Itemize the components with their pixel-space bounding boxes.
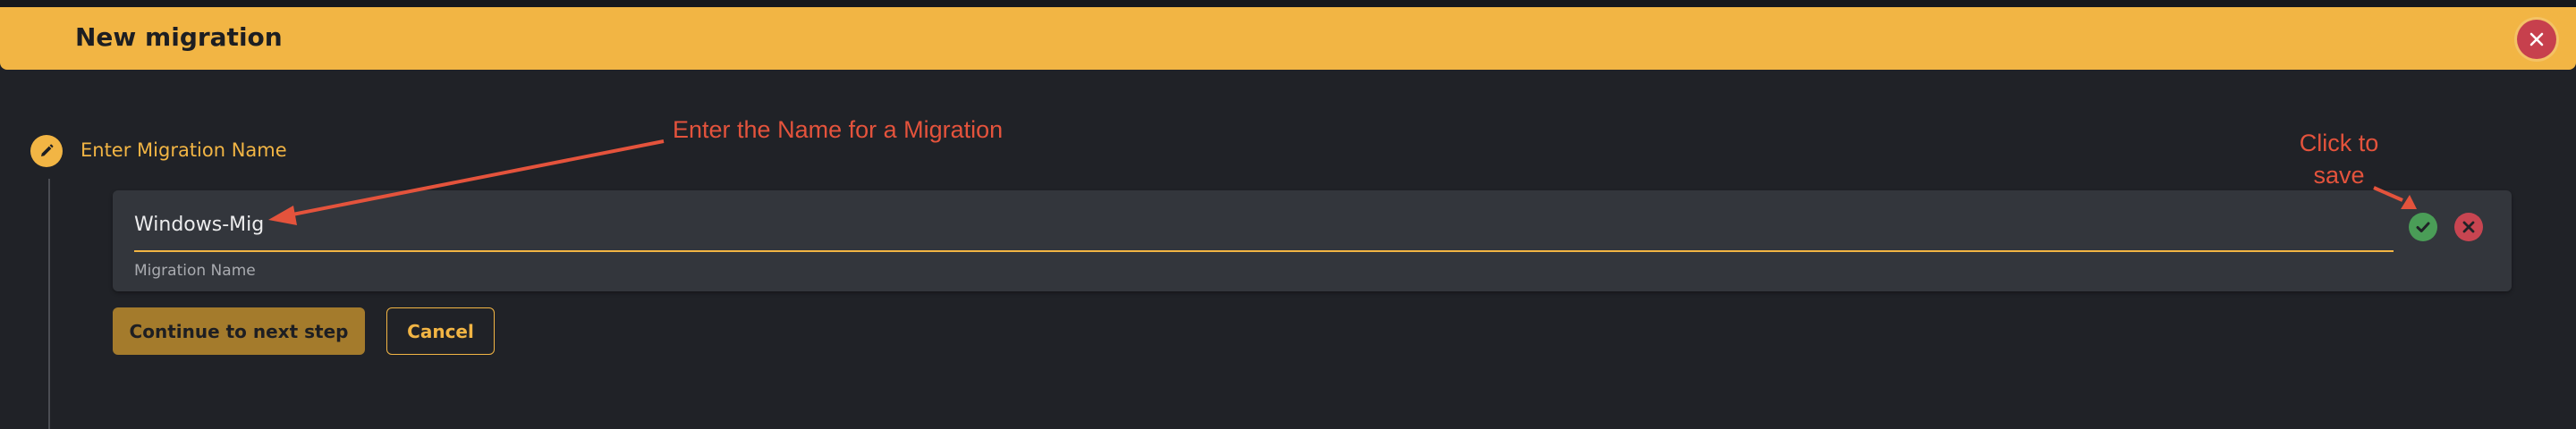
discard-button[interactable] bbox=[2454, 213, 2483, 241]
annotation-save-note: Click to save bbox=[2299, 130, 2379, 189]
cancel-button[interactable]: Cancel bbox=[386, 307, 495, 355]
migration-name-input[interactable]: Windows-Mig bbox=[134, 214, 264, 236]
pencil-icon bbox=[41, 144, 54, 156]
stepper-line bbox=[48, 179, 50, 429]
close-dialog-button[interactable] bbox=[2517, 20, 2556, 59]
migration-name-hint: Migration Name bbox=[134, 262, 256, 280]
migration-name-card bbox=[113, 190, 2512, 291]
confirm-button[interactable] bbox=[2409, 213, 2437, 241]
check-icon bbox=[2416, 222, 2430, 232]
x-icon bbox=[2462, 221, 2475, 233]
continue-button[interactable]: Continue to next step bbox=[113, 307, 365, 355]
input-underline bbox=[134, 250, 2394, 252]
annotation-name-note: Enter the Name for a Migration bbox=[673, 116, 1004, 143]
step-indicator bbox=[30, 135, 63, 167]
dialog-header: New migration bbox=[0, 0, 2576, 70]
dialog-title: New migration bbox=[75, 22, 283, 52]
step-label: Enter Migration Name bbox=[80, 139, 287, 161]
close-icon bbox=[2529, 32, 2544, 46]
